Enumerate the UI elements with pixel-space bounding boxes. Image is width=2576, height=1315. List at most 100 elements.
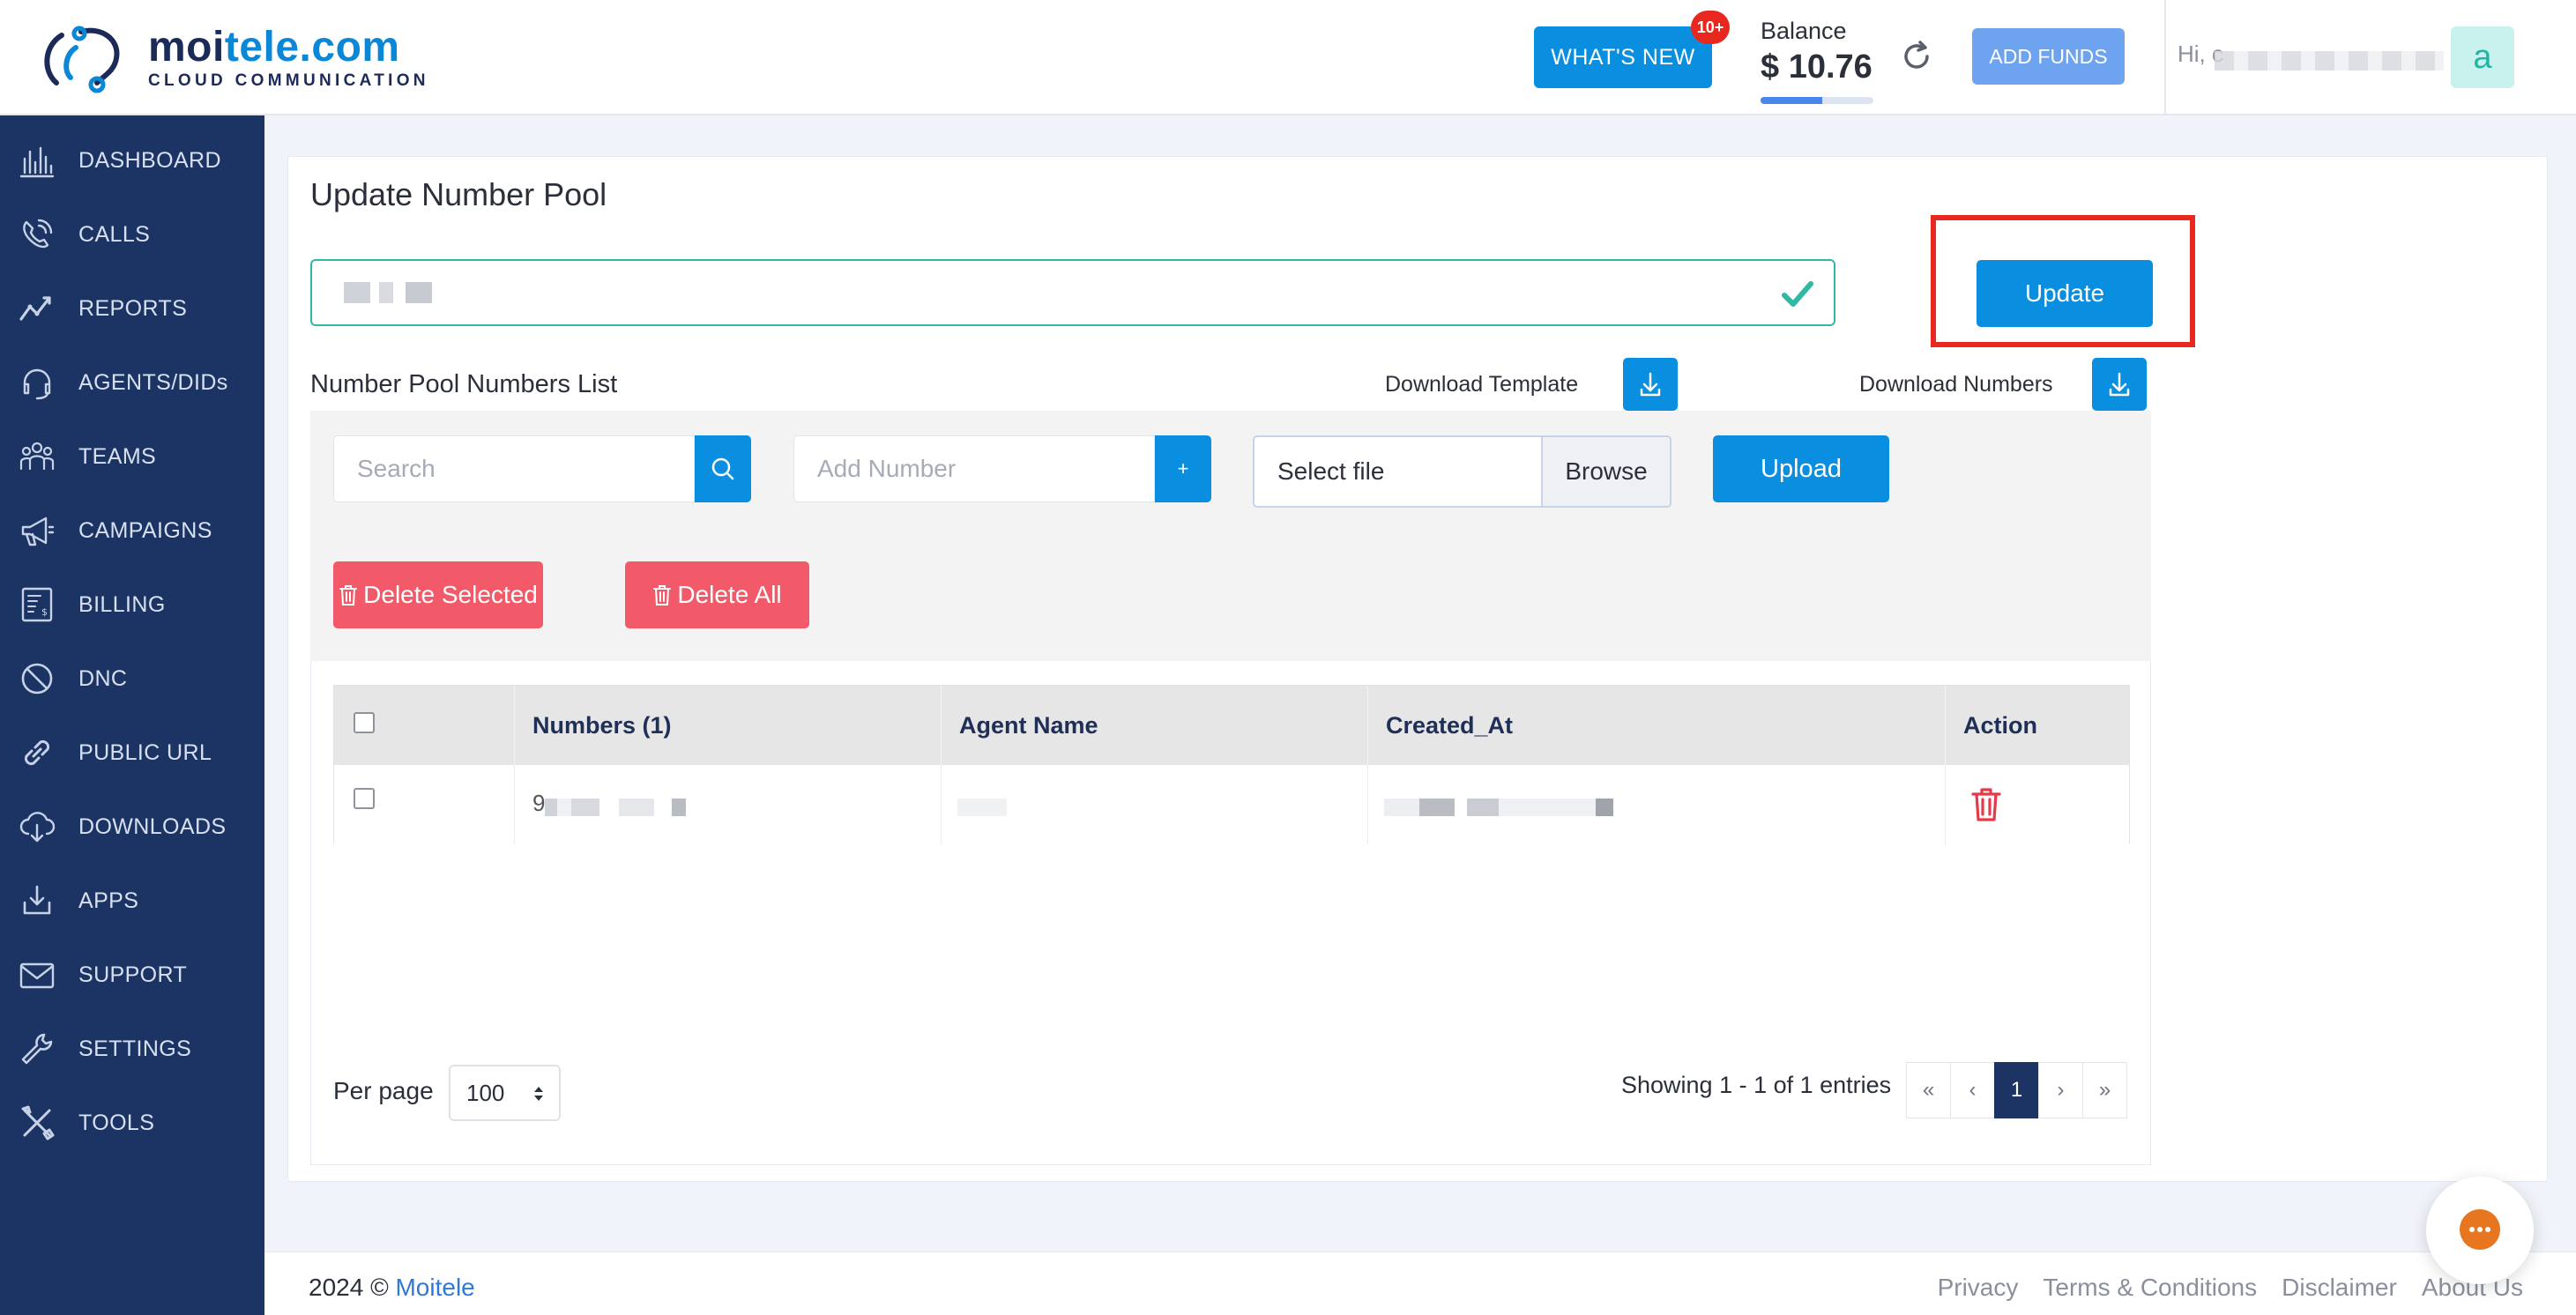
sidebar-item-public-url[interactable]: PUBLIC URL	[0, 716, 264, 790]
brand-logo[interactable]: moitele.com CLOUD COMMUNICATION	[39, 21, 429, 95]
footer-links: Privacy Terms & Conditions Disclaimer Ab…	[1938, 1274, 2523, 1302]
footer-link-disclaimer[interactable]: Disclaimer	[2282, 1274, 2397, 1302]
calls-icon	[23, 219, 53, 249]
footer-link-terms[interactable]: Terms & Conditions	[2043, 1274, 2257, 1302]
sidebar-item-label: REPORTS	[78, 295, 188, 321]
billing-icon: $	[21, 587, 53, 622]
user-avatar[interactable]: a	[2451, 26, 2514, 88]
delete-all-button[interactable]: Delete All	[625, 561, 809, 628]
select-all-checkbox[interactable]	[354, 712, 375, 733]
sidebar-item-dnc[interactable]: DNC	[0, 642, 264, 716]
search-icon	[711, 457, 734, 480]
search-button[interactable]	[695, 435, 751, 502]
sidebar-item-billing[interactable]: $ BILLING	[0, 568, 264, 642]
download-numbers-label: Download Numbers	[1859, 372, 2053, 397]
header-divider	[2164, 0, 2166, 115]
delete-row-icon[interactable]	[1970, 786, 2002, 823]
per-page-select[interactable]: 100	[449, 1065, 561, 1121]
download-icon	[1640, 372, 1661, 397]
sidebar-item-label: CALLS	[78, 221, 151, 247]
table-header: Numbers (1) Agent Name Created_At Action	[334, 686, 2129, 765]
sidebar-item-downloads[interactable]: DOWNLOADS	[0, 790, 264, 864]
file-picker[interactable]: Select file Browse	[1253, 435, 1671, 508]
page-first[interactable]: «	[1906, 1062, 1951, 1118]
search-input[interactable]: Search	[333, 435, 695, 502]
balance-progress-bar	[1761, 97, 1873, 104]
page-last[interactable]: »	[2082, 1062, 2127, 1118]
delete-selected-label: Delete Selected	[363, 581, 538, 608]
download-template-button[interactable]	[1623, 358, 1678, 411]
row-created-redacted	[1384, 799, 1613, 816]
check-icon	[1782, 281, 1813, 307]
sidebar-item-label: TOOLS	[78, 1110, 155, 1135]
chat-icon	[2460, 1209, 2500, 1250]
sidebar-item-label: PUBLIC URL	[78, 739, 212, 765]
column-action: Action	[1963, 712, 2037, 739]
sidebar-item-label: DNC	[78, 665, 128, 691]
add-number-input[interactable]: Add Number	[793, 435, 1155, 502]
page-title: Update Number Pool	[310, 176, 607, 212]
teams-icon	[19, 442, 55, 471]
whats-new-badge: 10+	[1691, 11, 1730, 44]
sidebar-item-label: SETTINGS	[78, 1036, 192, 1061]
entries-summary: Showing 1 - 1 of 1 entries	[1621, 1072, 1892, 1098]
block-icon	[21, 663, 53, 695]
sidebar-item-label: SUPPORT	[78, 962, 188, 987]
page-next[interactable]: ›	[2038, 1062, 2083, 1118]
add-number-button[interactable]: +	[1155, 435, 1211, 502]
sidebar-item-support[interactable]: SUPPORT	[0, 938, 264, 1012]
sidebar-item-label: DASHBOARD	[78, 147, 221, 173]
sidebar-item-settings[interactable]: SETTINGS	[0, 1012, 264, 1086]
sidebar-item-teams[interactable]: TEAMS	[0, 420, 264, 494]
row-checkbox[interactable]	[354, 788, 375, 809]
list-title: Number Pool Numbers List	[310, 370, 618, 398]
user-name-redacted	[2215, 51, 2444, 71]
update-button[interactable]: Update	[1977, 260, 2153, 327]
sidebar-item-campaigns[interactable]: CAMPAIGNS	[0, 494, 264, 568]
delete-selected-button[interactable]: Delete Selected	[333, 561, 543, 628]
pool-name-input[interactable]	[310, 259, 1835, 326]
delete-all-label: Delete All	[677, 581, 782, 608]
pagination: « ‹ 1 › »	[1906, 1062, 2127, 1118]
svg-text:$: $	[41, 606, 48, 618]
footer: 2024 © Moitele Privacy Terms & Condition…	[264, 1252, 2576, 1315]
sidebar-item-tools[interactable]: TOOLS	[0, 1086, 264, 1160]
sidebar-item-dashboard[interactable]: DASHBOARD	[0, 123, 264, 197]
column-agent-name[interactable]: Agent Name	[942, 686, 1368, 765]
sidebar-item-apps[interactable]: APPS	[0, 864, 264, 938]
column-created-at[interactable]: Created_At	[1368, 686, 1946, 765]
download-numbers-button[interactable]	[2092, 358, 2147, 411]
footer-link-privacy[interactable]: Privacy	[1938, 1274, 2019, 1302]
balance-display: Balance $ 10.76	[1761, 18, 1872, 86]
download-template-label: Download Template	[1385, 372, 1579, 397]
browse-button[interactable]: Browse	[1541, 437, 1670, 506]
brand-subtitle: CLOUD COMMUNICATION	[148, 71, 429, 90]
column-numbers[interactable]: Numbers (1)	[515, 686, 942, 765]
sidebar-item-label: DOWNLOADS	[78, 814, 227, 839]
balance-label: Balance	[1761, 18, 1847, 44]
per-page-value: 100	[466, 1080, 505, 1106]
add-funds-button[interactable]: ADD FUNDS	[1972, 28, 2125, 85]
page-current[interactable]: 1	[1994, 1062, 2039, 1118]
top-header: moitele.com CLOUD COMMUNICATION WHAT'S N…	[0, 0, 2576, 115]
sidebar-item-reports[interactable]: REPORTS	[0, 271, 264, 345]
tools-icon	[21, 1105, 55, 1140]
numbers-table: Numbers (1) Agent Name Created_At Action…	[333, 685, 2130, 844]
trash-icon	[339, 585, 358, 605]
wrench-icon	[21, 1033, 53, 1065]
sidebar-item-calls[interactable]: CALLS	[0, 197, 264, 271]
sidebar-item-label: TEAMS	[78, 443, 157, 469]
footer-brand-link[interactable]: Moitele	[395, 1274, 474, 1301]
per-page-label: Per page	[333, 1077, 434, 1104]
whats-new-button[interactable]: WHAT'S NEW	[1534, 26, 1712, 88]
logo-mark-icon	[44, 26, 120, 93]
balance-progress-fill	[1761, 97, 1823, 104]
copyright: 2024 © Moitele	[309, 1274, 475, 1301]
sidebar-item-label: AGENTS/DIDs	[78, 369, 228, 395]
upload-button[interactable]: Upload	[1713, 435, 1889, 502]
page-prev[interactable]: ‹	[1950, 1062, 1995, 1118]
refresh-icon[interactable]	[1899, 39, 1934, 74]
apps-download-icon	[23, 885, 51, 915]
sidebar-item-agents-dids[interactable]: AGENTS/DIDs	[0, 345, 264, 420]
chat-button[interactable]	[2426, 1177, 2534, 1284]
